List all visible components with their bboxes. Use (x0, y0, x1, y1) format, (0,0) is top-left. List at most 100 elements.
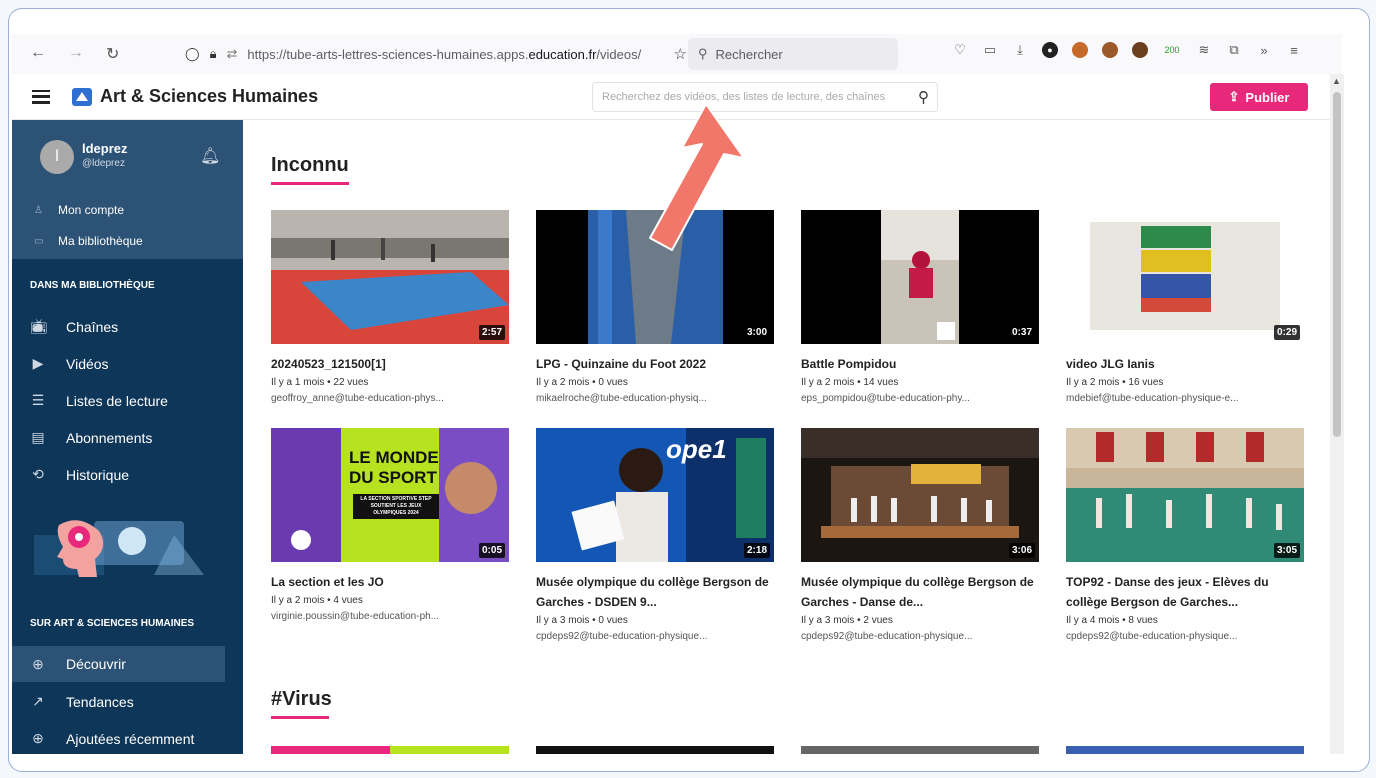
video-thumbnail-partial[interactable] (1066, 746, 1304, 754)
video-owner[interactable]: mdebief@tube-education-physique-e... (1066, 393, 1304, 404)
video-card[interactable]: ope1 2:18 Musée olympique du collège Ber… (536, 428, 774, 642)
forward-icon[interactable]: → (68, 44, 84, 64)
video-title[interactable]: Musée olympique du collège Bergson de Ga… (801, 572, 1039, 612)
overflow-icon[interactable]: » (1256, 42, 1272, 58)
tv-icon: 📺︎ (30, 318, 48, 334)
video-owner[interactable]: virginie.poussin@tube-education-ph... (271, 611, 509, 622)
sidebar-item-discover[interactable]: ⊕ Découvrir (12, 646, 225, 682)
trending-icon: ↗ (32, 693, 44, 709)
video-title[interactable]: LPG - Quinzaine du Foot 2022 (536, 354, 774, 374)
video-meta: Il y a 3 mois • 2 vues (801, 615, 893, 626)
video-card[interactable]: 3:06 Musée olympique du collège Bergson … (801, 428, 1039, 642)
painting-image (1066, 210, 1304, 344)
section-title-virus[interactable]: #Virus (271, 688, 332, 719)
extension-count[interactable]: 200 (1162, 42, 1182, 58)
video-card[interactable]: LE MONDE DU SPORT LA SECTION SPORTIVE ST… (271, 428, 509, 622)
video-duration: 2:18 (743, 543, 770, 558)
video-title[interactable]: video JLG Ianis (1066, 354, 1304, 374)
scrollbar-thumb[interactable] (1333, 92, 1341, 437)
sidebar-item-playlists[interactable]: ☰ Listes de lecture (30, 392, 243, 409)
site-title: Art & Sciences Humaines (100, 86, 319, 106)
sidebar-item-channels[interactable]: 📺︎ Chaînes (30, 318, 243, 335)
page-scrollbar[interactable]: ▲ (1330, 74, 1344, 754)
search-icon[interactable]: ⚲ (918, 88, 929, 106)
folder-icon[interactable]: ▭ (982, 42, 998, 58)
cookie-icon-2[interactable] (1102, 42, 1118, 58)
sidebar-item-subscriptions[interactable]: ▤ Abonnements (30, 429, 243, 446)
video-thumbnail[interactable]: ope1 2:18 (536, 428, 774, 562)
dark-circle-icon[interactable]: ● (1042, 42, 1058, 58)
browser-search-box[interactable]: ⚲ Rechercher (688, 38, 898, 70)
sidebar-item-library[interactable]: ▭ Ma bibliothèque (34, 234, 143, 248)
video-title[interactable]: Musée olympique du collège Bergson de Ga… (536, 572, 774, 612)
video-owner[interactable]: geoffroy_anne@tube-education-phys... (271, 393, 509, 404)
video-owner[interactable]: eps_pompidou@tube-education-phy... (801, 393, 1039, 404)
user-name[interactable]: ldeprez (82, 141, 128, 156)
video-owner[interactable]: cpdeps92@tube-education-physique... (1066, 631, 1304, 642)
video-owner[interactable]: cpdeps92@tube-education-physique... (801, 631, 1039, 642)
dance-battle-image (801, 210, 1039, 344)
address-bar[interactable]: ◯ 🔒︎ ⇄ https://tube-arts-lettres-science… (177, 38, 687, 70)
site-logo[interactable]: Art & Sciences Humaines (72, 86, 318, 107)
video-thumbnail-partial[interactable] (271, 746, 509, 754)
video-thumbnail[interactable]: 0:29 (1066, 210, 1304, 344)
section-title-inconnu[interactable]: Inconnu (271, 154, 349, 185)
sidebar-item-history[interactable]: ⟲ Historique (30, 466, 243, 483)
video-owner[interactable]: mikaelroche@tube-education-physiq... (536, 393, 774, 404)
sidebar-item-recent[interactable]: ⊕ Ajoutées récemment (30, 730, 243, 747)
download-icon[interactable]: ⤓ (1012, 42, 1028, 58)
video-duration: 0:05 (478, 543, 505, 558)
stage-dance-image (801, 428, 1039, 562)
video-title[interactable]: La section et les JO (271, 572, 509, 592)
list-icon: ☰ (31, 392, 45, 408)
bookmark-star-icon[interactable]: ☆ (674, 45, 687, 63)
sidebar-item-account[interactable]: ♙ Mon compte (34, 203, 124, 217)
video-meta: Il y a 2 mois • 16 vues (1066, 377, 1164, 388)
video-card[interactable]: 3:05 TOP92 - Danse des jeux - Elèves du … (1066, 428, 1304, 642)
sidebar-item-videos[interactable]: ▶ Vidéos (30, 355, 243, 372)
video-meta: Il y a 2 mois • 0 vues (536, 377, 628, 388)
notification-bell-icon[interactable]: 🔔︎ (200, 146, 220, 166)
video-card[interactable]: 0:29 video JLG Ianis Il y a 2 mois • 16 … (1066, 210, 1304, 404)
sidebar-item-trending[interactable]: ↗ Tendances (30, 693, 243, 710)
video-card[interactable]: 0:37 Battle Pompidou Il y a 2 mois • 14 … (801, 210, 1039, 404)
browser-toolbar: ← → ↻ ◯ 🔒︎ ⇄ https://tube-arts-lettres-s… (12, 34, 1342, 74)
video-thumbnail[interactable]: 0:37 (801, 210, 1039, 344)
cookie-icon-3[interactable] (1132, 42, 1148, 58)
cookie-icon[interactable] (1072, 42, 1088, 58)
video-duration: 3:00 (743, 325, 770, 340)
sync-icon[interactable]: ≋ (1196, 42, 1212, 58)
history-icon: ⟲ (32, 466, 44, 482)
video-thumbnail-partial[interactable] (801, 746, 1039, 754)
video-title[interactable]: Battle Pompidou (801, 354, 1039, 374)
video-owner[interactable]: cpdeps92@tube-education-physique... (536, 631, 774, 642)
pocket-icon[interactable]: ♡ (952, 42, 968, 58)
video-thumbnail[interactable]: 2:57 (271, 210, 509, 344)
sidebar: l ldeprez @ldeprez 🔔︎ ♙ Mon compte ▭ Ma … (12, 120, 243, 754)
video-thumbnail[interactable]: LE MONDE DU SPORT LA SECTION SPORTIVE ST… (271, 428, 509, 562)
main-content: Inconnu 2:57 20240523_121500[1] Il y a 1… (243, 120, 1330, 754)
video-duration: 3:05 (1273, 543, 1300, 558)
video-thumbnail[interactable]: 3:06 (801, 428, 1039, 562)
permissions-icon[interactable]: ⇄ (226, 46, 237, 62)
menu-icon[interactable]: ≡ (1286, 42, 1302, 58)
hamburger-menu-icon[interactable] (32, 89, 50, 104)
lock-icon[interactable]: 🔒︎ (210, 46, 217, 62)
video-title[interactable]: 20240523_121500[1] (271, 354, 509, 374)
publish-button[interactable]: ⇪ Publier (1210, 83, 1308, 111)
url-text[interactable]: https://tube-arts-lettres-sciences-humai… (247, 47, 663, 62)
extensions-icon[interactable]: ⧉ (1226, 42, 1242, 58)
subscriptions-icon: ▤ (31, 429, 45, 445)
shield-icon[interactable]: ◯ (185, 46, 200, 62)
avatar[interactable]: l (40, 140, 74, 174)
video-duration: 3:06 (1008, 543, 1035, 558)
video-title[interactable]: TOP92 - Danse des jeux - Elèves du collè… (1066, 572, 1304, 612)
reload-icon[interactable]: ↻ (106, 44, 119, 64)
video-meta: Il y a 3 mois • 0 vues (536, 615, 628, 626)
video-thumbnail-partial[interactable] (536, 746, 774, 754)
back-icon[interactable]: ← (30, 44, 46, 64)
library-heading: DANS MA BIBLIOTHÈQUE (30, 280, 155, 291)
video-thumbnail[interactable]: 3:05 (1066, 428, 1304, 562)
scroll-up-icon[interactable]: ▲ (1332, 76, 1341, 86)
video-card[interactable]: 2:57 20240523_121500[1] Il y a 1 mois • … (271, 210, 509, 404)
